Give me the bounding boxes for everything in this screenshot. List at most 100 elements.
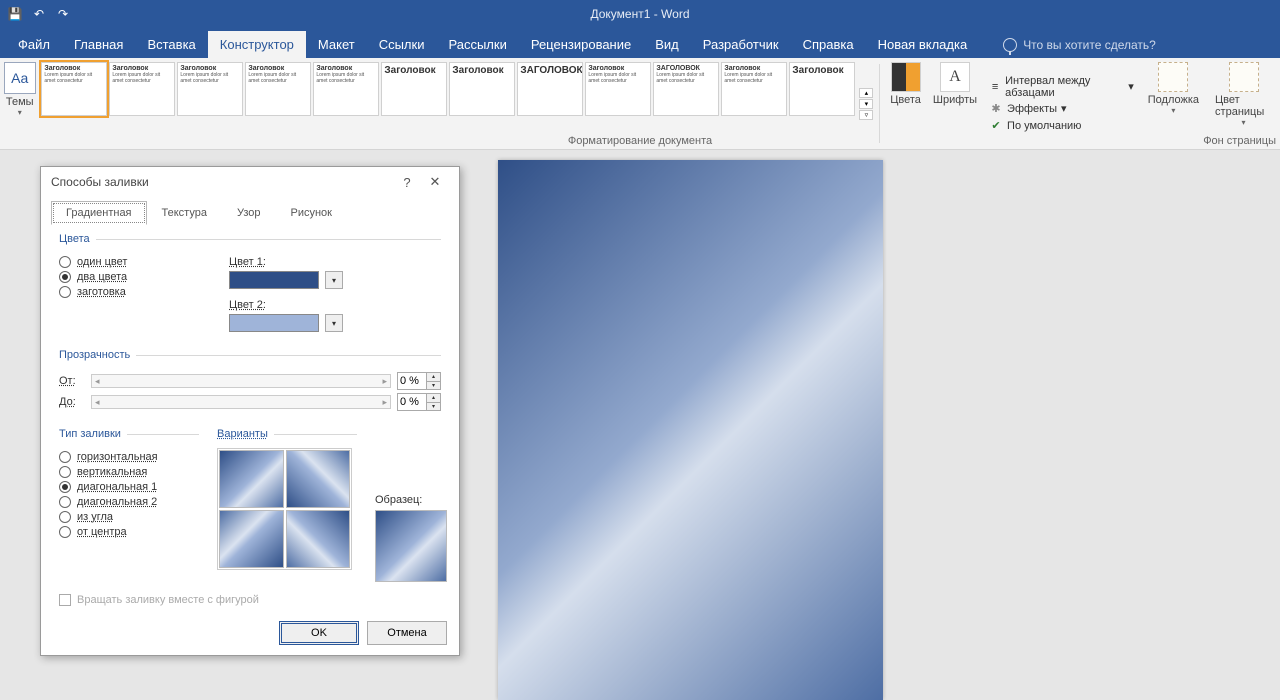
tab-mailings[interactable]: Рассылки [436,31,518,58]
variant-2[interactable] [286,450,351,508]
dialog-close-button[interactable]: ✕ [421,174,449,190]
tab-developer[interactable]: Разработчик [691,31,791,58]
color2-label: Цвет 2: [229,299,266,311]
from-slider[interactable]: ◂▸ [91,374,391,388]
page-color-icon [1229,62,1259,92]
undo-button[interactable]: ↶ [28,3,50,25]
tab-new[interactable]: Новая вкладка [866,31,980,58]
variant-3[interactable] [219,510,284,568]
titlebar: 💾 ↶ ↷ Документ1 - Word [0,0,1280,28]
style-thumb[interactable]: Заголовок [449,62,515,116]
style-thumb[interactable]: Заголовок [789,62,855,116]
cancel-button[interactable]: Отмена [367,621,447,645]
ribbon-body: Aa Темы ▾ ЗаголовокLorem ipsum dolor sit… [0,58,1280,150]
from-value[interactable] [398,373,426,389]
style-thumb[interactable]: ЗАГОЛОВОК [517,62,583,116]
formatting-options: ≡Интервал между абзацами ▾ ✱Эффекты ▾ ✔П… [983,58,1140,149]
to-spinner[interactable]: ▴▾ [397,393,441,411]
tab-home[interactable]: Главная [62,31,135,58]
gallery-expand-button[interactable]: ▿ [859,110,873,120]
transparency-fieldset: Прозрачность От: ◂▸ ▴▾ До: ◂▸ ▴▾ [59,349,441,418]
style-thumb[interactable]: ЗаголовокLorem ipsum dolor sit amet cons… [177,62,243,116]
tab-help[interactable]: Справка [791,31,866,58]
dialog-help-button[interactable]: ? [393,175,421,190]
paragraph-spacing-button[interactable]: ≡Интервал между абзацами ▾ [989,75,1134,99]
tell-me-search[interactable]: Что вы хотите сделать? [999,32,1160,58]
variant-1[interactable] [219,450,284,508]
watermark-icon [1158,62,1188,92]
gallery-more: ▴ ▾ ▿ [859,62,873,145]
dialog-title: Способы заливки [51,175,149,189]
colors-legend: Цвета [59,233,96,245]
document-page[interactable] [498,160,883,700]
tab-file[interactable]: Файл [6,31,62,58]
dialog-body: Цвета один цвет два цвета заготовка Цвет… [41,225,459,617]
fonts-button[interactable]: A Шрифты [927,58,983,149]
dialog-titlebar: Способы заливки ? ✕ [41,167,459,197]
tab-view[interactable]: Вид [643,31,691,58]
colors-label: Цвета [890,94,921,106]
from-spinner[interactable]: ▴▾ [397,372,441,390]
style-thumb[interactable]: ЗаголовокLorem ipsum dolor sit amet cons… [41,62,107,116]
window-title: Документ1 - Word [590,7,689,21]
tab-insert[interactable]: Вставка [135,31,207,58]
variant-4[interactable] [286,510,351,568]
color2-swatch[interactable] [229,314,319,332]
ribbon-tabs: Файл Главная Вставка Конструктор Макет С… [0,28,1280,58]
group-caption-doc: Форматирование документа [568,135,712,147]
sample-label: Образец: [375,494,447,506]
save-button[interactable]: 💾 [4,3,26,25]
style-thumb[interactable]: Заголовок [381,62,447,116]
variants-fieldset: Варианты [217,428,357,574]
themes-label: Темы [6,96,34,108]
themes-button[interactable]: Aa Темы ▾ [0,58,39,149]
tab-references[interactable]: Ссылки [367,31,437,58]
radio-vertical[interactable]: вертикальная [59,466,199,478]
radio-horizontal[interactable]: горизонтальная [59,451,199,463]
style-thumb[interactable]: ЗаголовокLorem ipsum dolor sit amet cons… [721,62,787,116]
tab-design[interactable]: Конструктор [208,31,306,58]
colors-icon [891,62,921,92]
style-gallery: ЗаголовокLorem ipsum dolor sit amet cons… [39,58,875,149]
variants-legend: Варианты [217,428,274,440]
radio-two-colors[interactable]: два цвета [59,271,199,283]
style-thumb[interactable]: ЗАГОЛОВОКLorem ipsum dolor sit amet cons… [653,62,719,116]
tab-review[interactable]: Рецензирование [519,31,643,58]
colors-button[interactable]: Цвета [884,58,927,149]
radio-from-corner[interactable]: из угла [59,511,199,523]
redo-button[interactable]: ↷ [52,3,74,25]
style-thumb[interactable]: ЗаголовокLorem ipsum dolor sit amet cons… [313,62,379,116]
style-thumb[interactable]: ЗаголовокLorem ipsum dolor sit amet cons… [109,62,175,116]
set-default-button[interactable]: ✔По умолчанию [989,119,1134,133]
to-value[interactable] [398,394,426,410]
radio-one-color[interactable]: один цвет [59,256,199,268]
effects-button[interactable]: ✱Эффекты ▾ [989,102,1134,116]
style-thumb[interactable]: ЗаголовокLorem ipsum dolor sit amet cons… [245,62,311,116]
color1-swatch[interactable] [229,271,319,289]
quick-access-toolbar: 💾 ↶ ↷ [4,3,74,25]
fonts-icon: A [940,62,970,92]
gallery-up-button[interactable]: ▴ [859,88,873,98]
tab-texture[interactable]: Текстура [147,201,222,225]
ok-button[interactable]: OK [279,621,359,645]
transparency-legend: Прозрачность [59,349,136,361]
radio-from-center[interactable]: от центра [59,526,199,538]
dialog-tabs: Градиентная Текстура Узор Рисунок [41,201,459,225]
radio-diagonal1[interactable]: диагональная 1 [59,481,199,493]
tab-gradient[interactable]: Градиентная [51,201,147,225]
radio-preset[interactable]: заготовка [59,286,199,298]
tab-pattern[interactable]: Узор [222,201,276,225]
lightbulb-icon [1003,38,1017,52]
shading-legend: Тип заливки [59,428,127,440]
tab-picture[interactable]: Рисунок [276,201,348,225]
to-slider[interactable]: ◂▸ [91,395,391,409]
check-icon: ✔ [989,119,1003,133]
style-thumb[interactable]: ЗаголовокLorem ipsum dolor sit amet cons… [585,62,651,116]
themes-icon: Aa [4,62,36,94]
tab-layout[interactable]: Макет [306,31,367,58]
color2-dropdown[interactable]: ▾ [325,314,343,332]
watermark-button[interactable]: Подложка▾ [1140,58,1207,149]
color1-dropdown[interactable]: ▾ [325,271,343,289]
gallery-down-button[interactable]: ▾ [859,99,873,109]
radio-diagonal2[interactable]: диагональная 2 [59,496,199,508]
